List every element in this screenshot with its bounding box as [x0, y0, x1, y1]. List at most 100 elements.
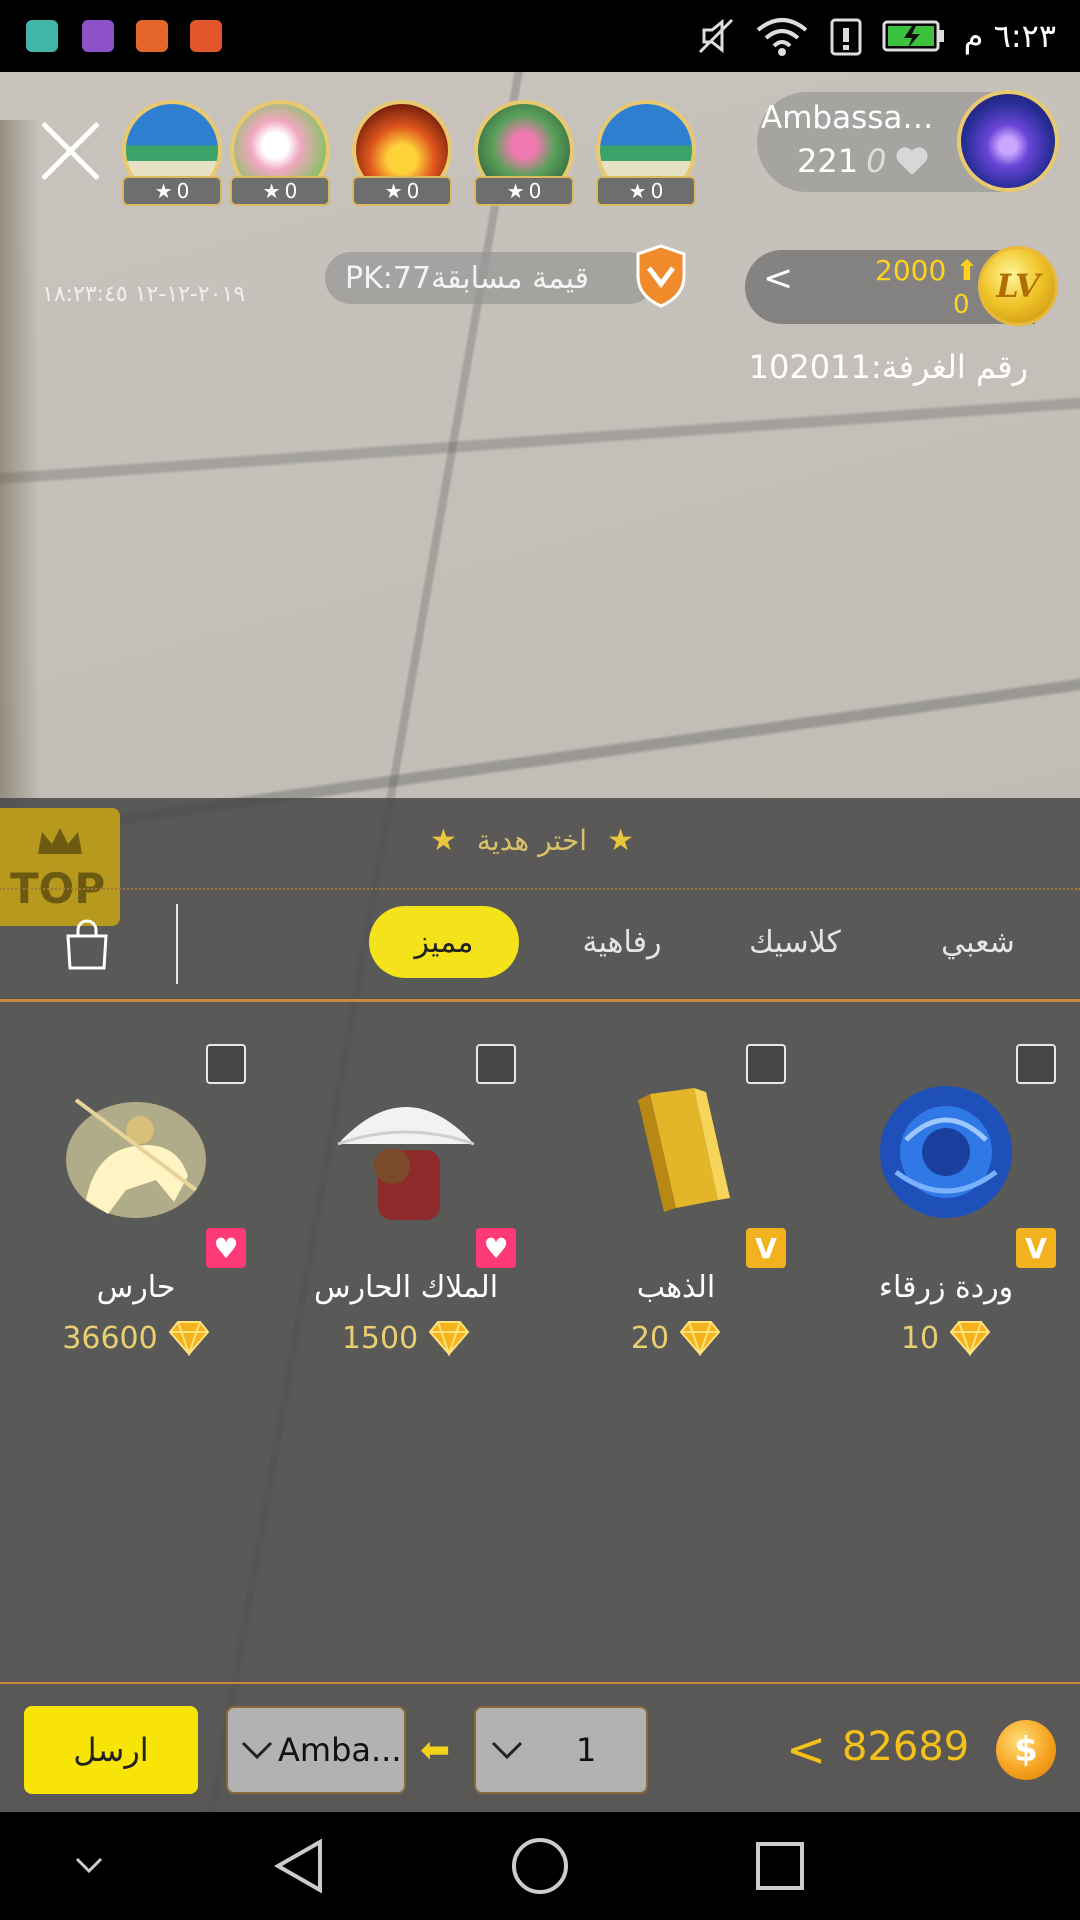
- navigation-bar: [0, 1812, 1080, 1920]
- level-sub-value: 0: [953, 290, 970, 320]
- chevron-left-icon[interactable]: <: [786, 1722, 826, 1778]
- star-icon: ★: [430, 823, 457, 858]
- top-badge[interactable]: TOP: [0, 808, 120, 926]
- viewer-score: 0: [528, 179, 542, 203]
- arrow-up-icon: ⬆: [955, 254, 979, 287]
- star-icon: ★: [384, 179, 403, 203]
- choose-gift-label: اختر هدية: [476, 824, 588, 857]
- back-icon[interactable]: [272, 1838, 326, 1894]
- gift-name: وردة زرقاء: [878, 1270, 1014, 1305]
- tab-classic[interactable]: كلاسيك: [730, 906, 860, 978]
- vip-tag-icon: V: [746, 1228, 786, 1268]
- tab-luxury[interactable]: رفاهية: [560, 906, 684, 978]
- viewer-avatar[interactable]: ★ 0: [596, 100, 696, 206]
- diamond-icon: [168, 1321, 210, 1356]
- chevron-down-icon[interactable]: [74, 1856, 104, 1876]
- select-icon[interactable]: [1016, 1044, 1056, 1084]
- status-time: ٦:٢٣ م: [963, 17, 1056, 55]
- diamond-icon: [428, 1321, 470, 1356]
- gift-item[interactable]: V وردة زرقاء 10: [826, 1040, 1066, 1370]
- bottom-divider: [0, 1682, 1080, 1684]
- viewer-score: 0: [406, 179, 420, 203]
- heart-tag-icon: ♥: [476, 1228, 516, 1268]
- shield-icon: [636, 244, 686, 308]
- crown-icon: [38, 828, 82, 854]
- chevron-down-icon: [491, 1741, 523, 1760]
- shopping-bag-icon[interactable]: [64, 918, 110, 972]
- recipient-select[interactable]: Amba...: [226, 1706, 406, 1794]
- star-icon: ★: [607, 823, 634, 858]
- umbrella-angel-icon: [337, 1107, 475, 1220]
- send-button[interactable]: ارسل: [24, 1706, 198, 1794]
- gift-price: 36600: [62, 1320, 158, 1356]
- gift-item[interactable]: ♥ حارس 36600: [16, 1040, 256, 1370]
- select-icon[interactable]: [476, 1044, 516, 1084]
- status-bar: ٦:٢٣ م: [0, 0, 1080, 72]
- select-icon[interactable]: [746, 1044, 786, 1084]
- mute-icon: [698, 18, 733, 54]
- battery-charging-icon: [882, 20, 944, 52]
- video-shadow: [0, 120, 40, 820]
- viewer-score: 0: [176, 179, 190, 203]
- host-avatar[interactable]: [957, 90, 1059, 192]
- gift-name: حارس: [96, 1270, 176, 1305]
- vip-tag-icon: V: [1016, 1228, 1056, 1268]
- host-count: 221: [797, 142, 859, 180]
- chevron-left-icon[interactable]: <: [763, 258, 793, 299]
- home-icon[interactable]: [510, 1836, 570, 1896]
- sim-icon: [830, 18, 862, 56]
- gift-price: 1500: [341, 1320, 419, 1356]
- viewer-avatar[interactable]: ★ 0: [352, 100, 452, 206]
- gift-name: الذهب: [636, 1270, 716, 1305]
- quantity-select[interactable]: 1: [474, 1706, 648, 1794]
- diamond-icon: [679, 1321, 721, 1356]
- choose-gift-header: ★ اختر هدية ★: [430, 823, 634, 858]
- close-button[interactable]: [38, 118, 104, 184]
- dotted-divider: [0, 888, 1080, 890]
- gift-price: 20: [630, 1320, 670, 1356]
- viewer-avatar[interactable]: ★ 0: [230, 100, 330, 206]
- viewer-avatar[interactable]: ★ 0: [474, 100, 574, 206]
- host-name: Ambassad...: [761, 100, 951, 136]
- coin-balance: 82689: [842, 1724, 970, 1770]
- tab-popular[interactable]: شعبي: [918, 906, 1038, 978]
- music-icon: [136, 20, 168, 52]
- viewer-score: 0: [650, 179, 664, 203]
- star-icon: ★: [506, 179, 525, 203]
- chevron-down-icon: [241, 1741, 273, 1760]
- gold-bar-icon: [638, 1088, 730, 1212]
- star-icon: ★: [154, 179, 173, 203]
- pk-value-pill: قيمة مسابقةPK:77: [325, 252, 655, 304]
- host-likes: 0: [866, 142, 887, 180]
- coin-icon[interactable]: $: [996, 1720, 1056, 1780]
- gift-price: 10: [900, 1320, 940, 1356]
- recents-icon[interactable]: [754, 1840, 806, 1892]
- recipient-name: Amba...: [278, 1731, 402, 1769]
- blue-rose-icon: [880, 1086, 1012, 1218]
- pk-label: قيمة مسابقةPK:77: [345, 260, 589, 296]
- level-badge-icon: LV: [978, 246, 1058, 326]
- heart-icon: [896, 147, 929, 175]
- star-icon: ★: [262, 179, 281, 203]
- gift-name: الملاك الحارس: [313, 1270, 499, 1305]
- select-icon[interactable]: [206, 1044, 246, 1084]
- tab-special[interactable]: مميز: [369, 906, 519, 978]
- gift-item[interactable]: ♥ الملاك الحارس 1500: [286, 1040, 526, 1370]
- tabs-underline: [0, 999, 1080, 1002]
- viewer-score: 0: [284, 179, 298, 203]
- level-up-value: 2000 ⬆: [875, 254, 979, 287]
- star-icon: ★: [628, 179, 647, 203]
- music-icon: [190, 20, 222, 52]
- tab-divider: [176, 904, 178, 984]
- diamond-icon: [949, 1321, 991, 1356]
- pk-datetime: ٢٠١٩-١٢-١٢ ١٨:٢٣:٤٥: [42, 282, 246, 307]
- heart-tag-icon: ♥: [206, 1228, 246, 1268]
- wifi-icon: [756, 18, 807, 56]
- quantity-value: 1: [576, 1731, 597, 1769]
- gallery-icon: [82, 20, 114, 52]
- gift-item[interactable]: V الذهب 20: [556, 1040, 796, 1370]
- arrow-left-icon: ⬅: [420, 1730, 451, 1771]
- host-card[interactable]: Ambassad... 221 0: [757, 90, 1059, 192]
- viewer-avatar[interactable]: ★ 0: [122, 100, 222, 206]
- android-icon: [26, 20, 58, 52]
